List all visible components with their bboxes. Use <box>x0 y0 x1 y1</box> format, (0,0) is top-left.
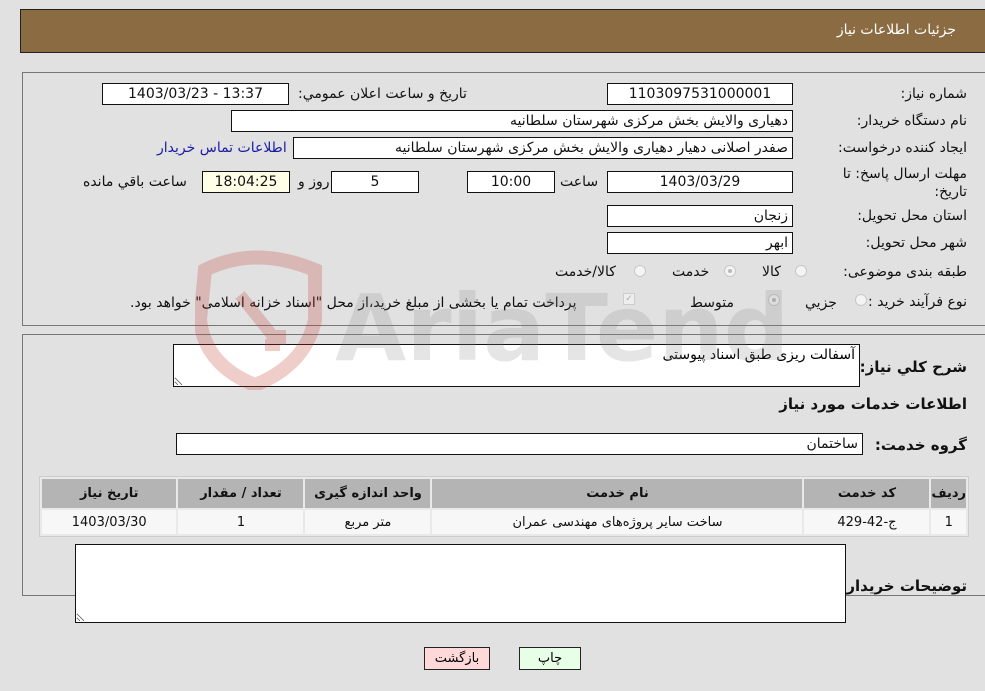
col-unit: واحد اندازه گیری <box>305 479 431 508</box>
service-group-label: گروه خدمت: <box>874 436 967 454</box>
category-radio-goods[interactable] <box>795 265 807 277</box>
description-label: شرح کلي نیاز: <box>859 358 967 376</box>
buyer-org-field: دهیاری والایش بخش مرکزی شهرستان سلطانیه <box>231 110 793 132</box>
buyer-notes-textarea[interactable] <box>75 544 846 623</box>
services-table: ردیف کد خدمت نام خدمت واحد اندازه گیری ت… <box>39 476 969 537</box>
cell-quantity: 1 <box>178 510 304 534</box>
city-label: شهر محل تحویل: <box>865 235 967 251</box>
process-type-label: نوع فرآیند خرید : <box>868 294 967 310</box>
creator-label: ایجاد کننده درخواست: <box>838 140 967 156</box>
days-remaining-field: 5 <box>331 171 419 193</box>
back-button[interactable]: بازگشت <box>424 647 490 670</box>
service-group-field: ساختمان <box>176 433 863 455</box>
province-field: زنجان <box>607 205 793 227</box>
buyer-contact-link[interactable]: اطلاعات تماس خریدار <box>157 140 287 156</box>
deadline-time-label: ساعت <box>560 174 599 190</box>
process-radio-medium[interactable] <box>768 294 780 306</box>
cell-service-name: ساخت سایر پروژه‌های مهندسی عمران <box>432 510 803 534</box>
category-label: طبقه بندی موضوعی: <box>843 264 967 280</box>
announce-date-field: 1403/03/23 - 13:37 <box>102 83 289 105</box>
need-number-label: شماره نیاز: <box>900 86 968 102</box>
category-option-goods: کالا <box>762 264 781 280</box>
treasury-note: پرداخت تمام یا بخشی از مبلغ خرید،از محل … <box>130 295 577 311</box>
page-header: جزئیات اطلاعات نیاز <box>20 9 985 53</box>
category-option-goods-service: کالا/خدمت <box>555 264 616 280</box>
process-option-medium: متوسط <box>690 295 734 311</box>
cell-row-number: 1 <box>931 510 966 534</box>
buyer-notes-label: توضیحات خریدار: <box>840 577 967 595</box>
category-radio-goods-service[interactable] <box>634 265 646 277</box>
table-row: 1 ج-42-429 ساخت سایر پروژه‌های مهندسی عم… <box>42 510 966 534</box>
creator-field: صفدر اصلانی دهیار دهیاری والایش بخش مرکز… <box>293 137 793 159</box>
cell-service-code: ج-42-429 <box>804 510 930 534</box>
remaining-time-label: ساعت باقي مانده <box>83 174 187 190</box>
col-service-code: کد خدمت <box>804 479 930 508</box>
page-title: جزئیات اطلاعات نیاز <box>836 22 956 38</box>
cell-unit: متر مربع <box>305 510 431 534</box>
table-header-row: ردیف کد خدمت نام خدمت واحد اندازه گیری ت… <box>42 479 966 508</box>
need-number-field: 1103097531000001 <box>607 83 793 105</box>
deadline-label: مهلت ارسال پاسخ: تا تاریخ: <box>842 166 967 200</box>
process-radio-minor[interactable] <box>855 294 867 306</box>
remaining-time-field: 18:04:25 <box>202 171 290 193</box>
treasury-checkbox[interactable]: ✓ <box>623 293 635 305</box>
description-textarea[interactable] <box>173 344 860 387</box>
announce-date-label: تاریخ و ساعت اعلان عمومي: <box>298 86 467 102</box>
category-option-service: خدمت <box>672 264 710 280</box>
days-label: روز و <box>298 174 330 190</box>
deadline-time-field: 10:00 <box>467 171 555 193</box>
cell-need-date: 1403/03/30 <box>42 510 177 534</box>
process-option-minor: جزیي <box>805 295 837 311</box>
col-need-date: تاریخ نیاز <box>42 479 177 508</box>
col-service-name: نام خدمت <box>432 479 803 508</box>
print-button[interactable]: چاپ <box>519 647 581 670</box>
services-heading: اطلاعات خدمات مورد نیاز <box>779 395 967 413</box>
col-row-number: ردیف <box>931 479 966 508</box>
category-radio-service[interactable] <box>724 265 736 277</box>
deadline-date-field: 1403/03/29 <box>607 171 793 193</box>
province-label: استان محل تحویل: <box>857 208 967 224</box>
buyer-org-label: نام دستگاه خریدار: <box>856 113 967 129</box>
col-quantity: تعداد / مقدار <box>178 479 304 508</box>
city-field: ابهر <box>607 232 793 254</box>
